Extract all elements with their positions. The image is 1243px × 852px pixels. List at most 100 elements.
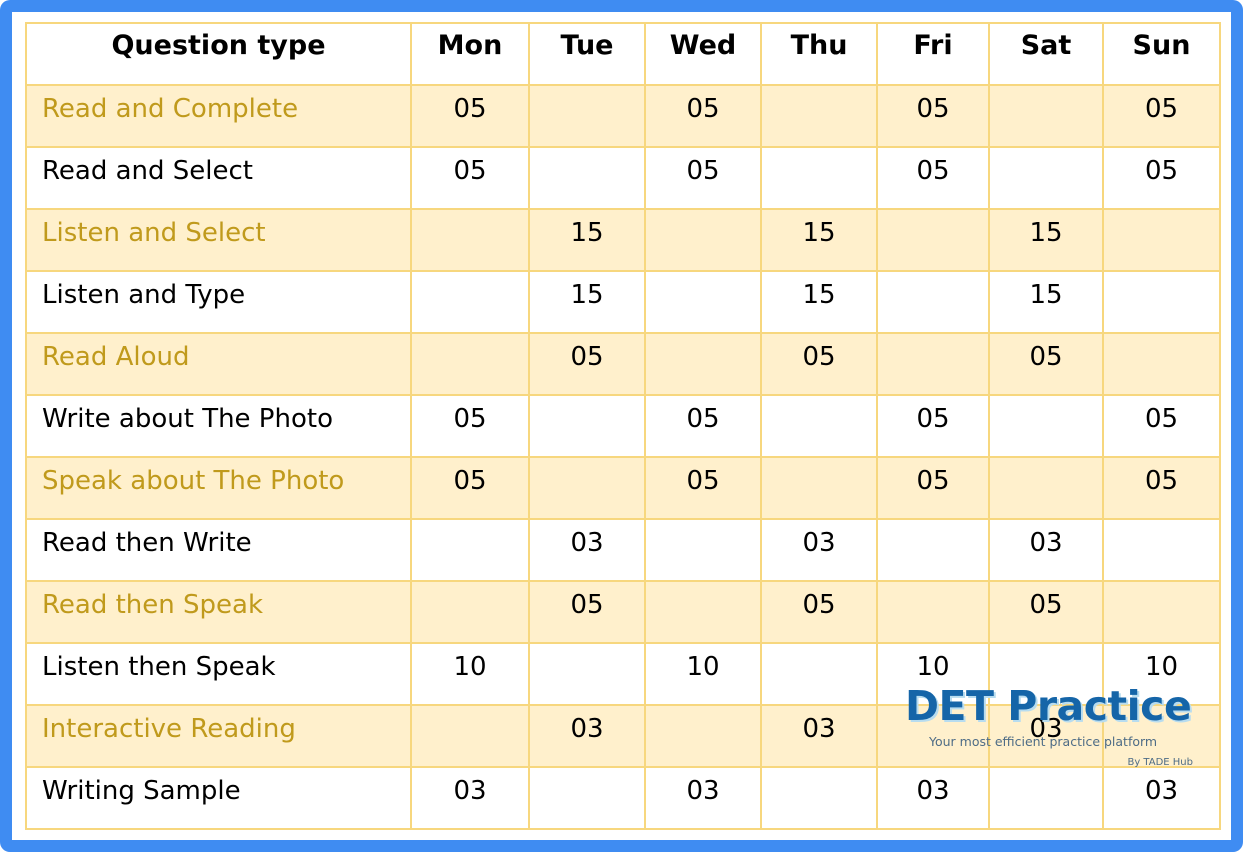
- count-cell-fri: 03: [876, 766, 990, 830]
- count-cell-mon: [410, 208, 530, 272]
- count-cell-sun: 05: [1102, 456, 1221, 520]
- count-cell-sat: [988, 456, 1104, 520]
- count-cell-fri: 05: [876, 146, 990, 210]
- count-cell-wed: 03: [644, 766, 762, 830]
- count-cell-mon: [410, 332, 530, 396]
- count-cell-mon: 05: [410, 456, 530, 520]
- table-row: Listen and Type 15 15 15: [25, 270, 1221, 334]
- header-mon: Mon: [410, 22, 530, 86]
- count-cell-sat: 05: [988, 580, 1104, 644]
- count-cell-tue: [528, 146, 646, 210]
- count-cell-wed: 05: [644, 84, 762, 148]
- count-cell-tue: 03: [528, 704, 646, 768]
- count-cell-fri: 05: [876, 84, 990, 148]
- count-cell-fri: [876, 704, 990, 768]
- header-row: Question type Mon Tue Wed Thu Fri Sat Su…: [25, 22, 1221, 86]
- count-cell-mon: 03: [410, 766, 530, 830]
- count-cell-thu: 03: [760, 704, 878, 768]
- count-cell-wed: [644, 580, 762, 644]
- count-cell-fri: [876, 580, 990, 644]
- header-sun: Sun: [1102, 22, 1221, 86]
- header-fri: Fri: [876, 22, 990, 86]
- count-cell-sat: [988, 84, 1104, 148]
- table-row: Read then Speak 05 05 05: [25, 580, 1221, 644]
- count-cell-fri: [876, 270, 990, 334]
- question-type-cell: Write about The Photo: [25, 394, 412, 458]
- count-cell-fri: [876, 208, 990, 272]
- count-cell-sat: 03: [988, 518, 1104, 582]
- table-row: Write about The Photo 05 05 05 05: [25, 394, 1221, 458]
- count-cell-sat: [988, 146, 1104, 210]
- count-cell-tue: [528, 394, 646, 458]
- count-cell-mon: [410, 270, 530, 334]
- count-cell-fri: 10: [876, 642, 990, 706]
- table-row: Listen and Select 15 15 15: [25, 208, 1221, 272]
- count-cell-tue: [528, 84, 646, 148]
- count-cell-tue: [528, 642, 646, 706]
- count-cell-sun: [1102, 270, 1221, 334]
- header-tue: Tue: [528, 22, 646, 86]
- count-cell-thu: 15: [760, 208, 878, 272]
- count-cell-mon: 10: [410, 642, 530, 706]
- count-cell-tue: [528, 766, 646, 830]
- count-cell-sun: [1102, 580, 1221, 644]
- count-cell-wed: [644, 332, 762, 396]
- count-cell-sat: [988, 766, 1104, 830]
- table-row: Interactive Reading 03 03 03: [25, 704, 1221, 768]
- count-cell-tue: 05: [528, 332, 646, 396]
- count-cell-fri: [876, 518, 990, 582]
- count-cell-wed: 10: [644, 642, 762, 706]
- question-type-cell: Listen then Speak: [25, 642, 412, 706]
- count-cell-sun: [1102, 704, 1221, 768]
- table-row: Read then Write 03 03 03: [25, 518, 1221, 582]
- header-wed: Wed: [644, 22, 762, 86]
- count-cell-tue: 05: [528, 580, 646, 644]
- count-cell-fri: 05: [876, 456, 990, 520]
- count-cell-sat: 15: [988, 208, 1104, 272]
- count-cell-wed: 05: [644, 146, 762, 210]
- count-cell-sat: [988, 394, 1104, 458]
- count-cell-sun: 03: [1102, 766, 1221, 830]
- count-cell-sun: 05: [1102, 146, 1221, 210]
- question-type-cell: Read and Select: [25, 146, 412, 210]
- count-cell-sun: [1102, 208, 1221, 272]
- count-cell-wed: [644, 208, 762, 272]
- question-type-cell: Read Aloud: [25, 332, 412, 396]
- count-cell-mon: 05: [410, 84, 530, 148]
- count-cell-thu: [760, 642, 878, 706]
- count-cell-mon: [410, 518, 530, 582]
- count-cell-sun: 05: [1102, 394, 1221, 458]
- question-type-cell: Speak about The Photo: [25, 456, 412, 520]
- count-cell-thu: [760, 394, 878, 458]
- count-cell-mon: [410, 704, 530, 768]
- count-cell-fri: [876, 332, 990, 396]
- count-cell-thu: 05: [760, 580, 878, 644]
- question-type-cell: Read and Complete: [25, 84, 412, 148]
- table-row: Read and Select 05 05 05 05: [25, 146, 1221, 210]
- count-cell-sat: 05: [988, 332, 1104, 396]
- count-cell-mon: [410, 580, 530, 644]
- count-cell-tue: 15: [528, 270, 646, 334]
- count-cell-wed: [644, 270, 762, 334]
- question-type-cell: Read then Speak: [25, 580, 412, 644]
- count-cell-thu: [760, 84, 878, 148]
- count-cell-thu: [760, 766, 878, 830]
- count-cell-tue: [528, 456, 646, 520]
- header-question-type: Question type: [25, 22, 412, 86]
- count-cell-thu: [760, 146, 878, 210]
- count-cell-wed: [644, 518, 762, 582]
- count-cell-fri: 05: [876, 394, 990, 458]
- count-cell-wed: [644, 704, 762, 768]
- count-cell-wed: 05: [644, 394, 762, 458]
- header-sat: Sat: [988, 22, 1104, 86]
- count-cell-sun: [1102, 332, 1221, 396]
- count-cell-thu: 05: [760, 332, 878, 396]
- count-cell-thu: 03: [760, 518, 878, 582]
- count-cell-sun: [1102, 518, 1221, 582]
- count-cell-wed: 05: [644, 456, 762, 520]
- table-row: Listen then Speak 10 10 10 10: [25, 642, 1221, 706]
- count-cell-sat: 15: [988, 270, 1104, 334]
- practice-schedule-table: Question type Mon Tue Wed Thu Fri Sat Su…: [25, 22, 1221, 830]
- table-row: Speak about The Photo 05 05 05 05: [25, 456, 1221, 520]
- count-cell-sat: 03: [988, 704, 1104, 768]
